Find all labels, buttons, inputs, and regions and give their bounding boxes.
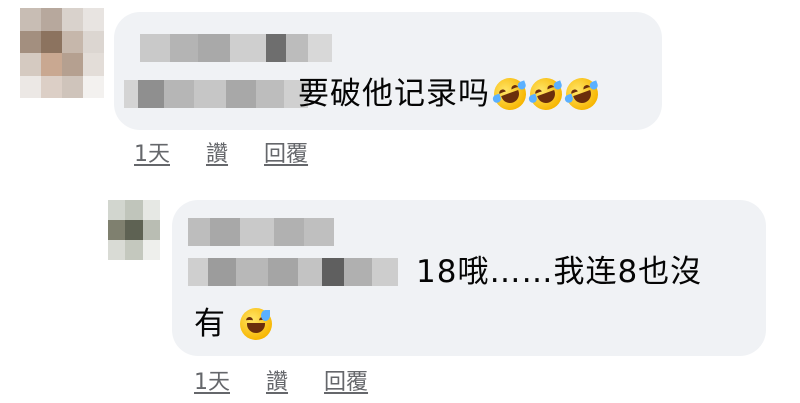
blurred-text <box>188 258 398 286</box>
like-button[interactable]: 讚 <box>206 136 228 168</box>
rolling-on-floor-laughing-icon <box>525 73 567 115</box>
blurred-username[interactable] <box>140 34 332 62</box>
commenter-avatar[interactable] <box>20 8 104 98</box>
grinning-face-with-sweat-icon <box>240 308 272 340</box>
reply-button[interactable]: 回覆 <box>324 364 368 396</box>
blurred-text <box>124 80 308 108</box>
timestamp-link[interactable]: 1天 <box>134 136 170 168</box>
reply-text-line-1: 18哦……我连8也沒 <box>416 254 703 290</box>
reply-text-line-2: 有 <box>194 304 272 344</box>
comment-actions: 1天 讚 回覆 <box>134 136 308 168</box>
rolling-on-floor-laughing-icon <box>489 73 531 115</box>
reply-avatar[interactable] <box>108 200 160 260</box>
blurred-username[interactable] <box>188 218 334 246</box>
comment-bubble: 要破他记录吗 <box>114 12 662 130</box>
reply-bubble: 18哦……我连8也沒 有 <box>172 200 766 356</box>
reply-button[interactable]: 回覆 <box>264 136 308 168</box>
rolling-on-floor-laughing-icon <box>561 73 603 115</box>
reply-actions: 1天 讚 回覆 <box>194 364 368 396</box>
comment-text: 要破他记录吗 <box>298 73 603 115</box>
timestamp-link[interactable]: 1天 <box>194 364 230 396</box>
like-button[interactable]: 讚 <box>266 364 288 396</box>
